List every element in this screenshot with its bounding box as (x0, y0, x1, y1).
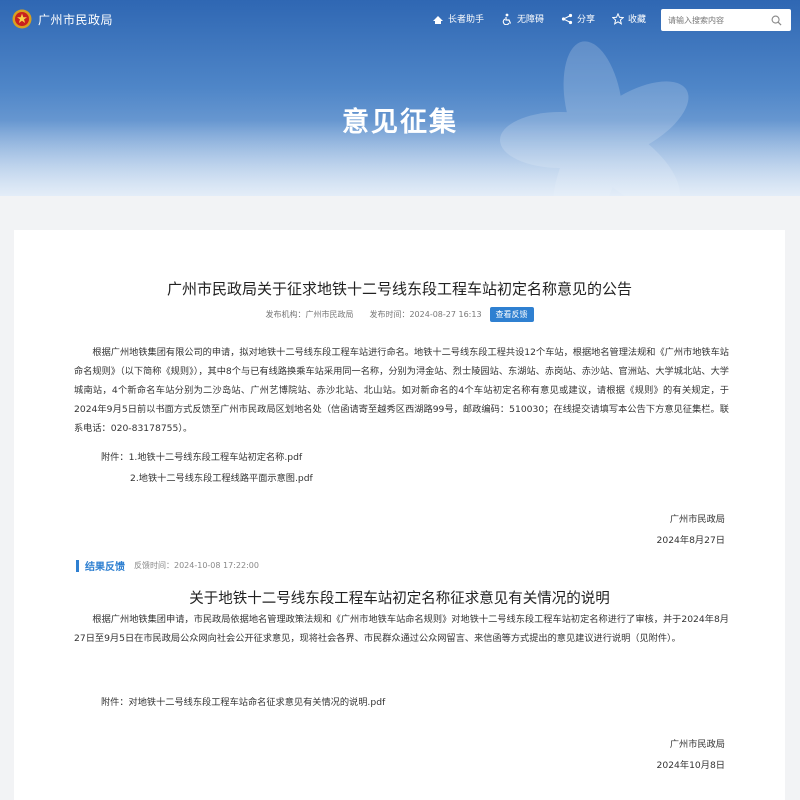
feedback-label: 结果反馈 (85, 562, 125, 573)
national-emblem-icon (12, 9, 32, 29)
notice-title: 广州市民政局关于征求地铁十二号线东段工程车站初定名称意见的公告 (166, 280, 632, 298)
share-label: 分享 (577, 15, 596, 25)
favorite-icon (612, 12, 625, 25)
share-icon (561, 13, 573, 24)
publish-time-value: 2024-08-27 16:13 (409, 309, 482, 319)
view-feedback-button[interactable]: 查看反馈 (489, 306, 534, 322)
share-button[interactable]: 分享 (561, 12, 595, 25)
elder-assistant-button[interactable]: 长者助手 (432, 12, 484, 25)
favorite-label: 收藏 (628, 15, 647, 25)
elder-assistant-label: 长者助手 (448, 15, 485, 25)
notice-meta: 发布机构： 广州市民政局 发布时间： 2024-08-27 16:13 查看反馈 (14, 306, 785, 322)
content-card: 广州市民政局关于征求地铁十二号线东段工程车站初定名称意见的公告 发布机构： 广州… (14, 230, 785, 800)
feedback-body: 根据广州地铁集团申请，市民政局依据地名管理政策法规和《广州市地铁车站命名规则》对… (74, 614, 729, 644)
favorite-button[interactable]: 收藏 (612, 12, 646, 25)
feedback-title: 关于地铁十二号线东段工程车站初定名称征求意见有关情况的说明 (189, 591, 610, 607)
attachment-2: 2.地铁十二号线东段工程线路平面示意图.pdf (130, 470, 313, 484)
elder-assistant-icon (433, 15, 443, 24)
publish-time-label: 发布时间： (369, 309, 410, 319)
attachment-label: 附件： (101, 452, 129, 463)
site-brand[interactable]: 广州市民政局 (12, 9, 113, 29)
site-name: 广州市民政局 (38, 12, 114, 27)
feedback-header: 结果反馈 反馈时间：2024-10-08 17:22:00 (76, 559, 259, 573)
notice-sign-date: 2024年8月27日 (656, 535, 725, 546)
header-tools: 长者助手 无障碍 分享 收藏 (432, 12, 663, 25)
publisher-value: 广州市民政局 (305, 309, 354, 319)
page-title: 意见征集 (342, 107, 458, 138)
feedback-sign-date: 2024年10月8日 (656, 760, 725, 771)
accessibility-button[interactable]: 无障碍 (501, 12, 544, 25)
accessibility-icon (502, 13, 512, 25)
attachment-link-2[interactable]: 2.地铁十二号线东段工程线路平面示意图.pdf (130, 473, 313, 484)
feedback-accent-bar (76, 559, 79, 572)
feedback-sign-org: 广州市民政局 (669, 739, 725, 750)
notice-body: 根据广州地铁集团有限公司的申请，拟对地铁十二号线东段工程车站进行命名。地铁十二号… (74, 347, 729, 434)
search-box (661, 9, 791, 31)
attachment-link-1[interactable]: 1.地铁十二号线东段工程车站初定名称.pdf (129, 452, 303, 463)
publisher-label: 发布机构： (265, 309, 306, 319)
feedback-attachment: 附件：对地铁十二号线东段工程车站命名征求意见有关情况的说明.pdf (101, 694, 385, 708)
feedback-time: 反馈时间：2024-10-08 17:22:00 (134, 561, 259, 570)
search-input[interactable] (668, 11, 768, 29)
accessibility-label: 无障碍 (517, 15, 545, 25)
header-banner: 广州市民政局 长者助手 无障碍 分享 收藏 意见征集 (0, 0, 800, 196)
attachment-1: 附件：1.地铁十二号线东段工程车站初定名称.pdf (101, 449, 302, 463)
notice-sign-org: 广州市民政局 (669, 514, 725, 525)
feedback-attachment-link[interactable]: 附件：对地铁十二号线东段工程车站命名征求意见有关情况的说明.pdf (101, 697, 385, 708)
search-icon[interactable] (771, 15, 782, 26)
